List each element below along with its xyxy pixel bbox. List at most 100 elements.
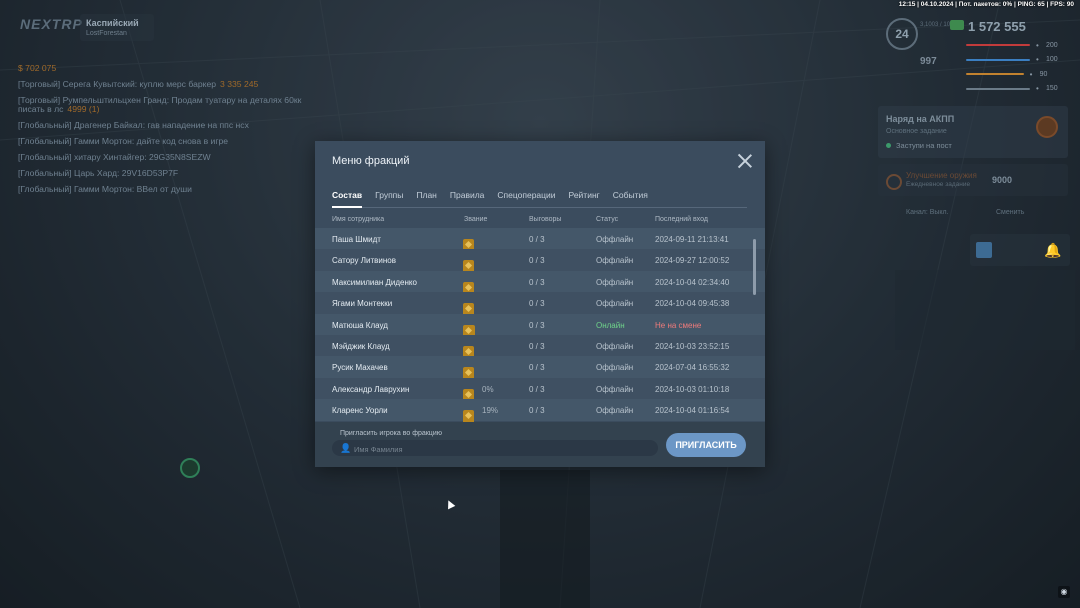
stat-bars: • 200 • 100 • 90 • 150 [966,38,1074,96]
rank-icon [463,410,474,422]
member-last-login: 2024-10-03 23:52:15 [655,341,730,351]
stat-icon: • [1036,55,1039,65]
member-reprimands: 0 / 3 [529,235,545,244]
chat-line: [Торговый] Серега Кувытский: куплю мерс … [18,80,318,89]
stat-bar [966,44,1030,47]
col-status: Статус [596,216,619,223]
table-row[interactable]: Мэйджик Клауд 0 / 3 Оффлайн 2024-10-03 23:5… [315,334,765,359]
radio-switch-button[interactable]: Сменить [996,209,1024,216]
daily-task-subtitle: Ежедневное задание [906,181,971,188]
daily-task-panel[interactable]: Улучшение оружия Ежедневное задание 9000 [878,164,1068,196]
member-last-login: 2024-10-03 01:10:18 [655,384,730,394]
col-rank: Звание [464,216,488,223]
chat-text: [Глобальный] Гамми Мортон: ВВел от души [18,184,192,195]
stat-icon: • [1036,40,1039,50]
stat-bar [966,73,1024,76]
table-row[interactable]: Кларенс Уорли 19% 0 / 3 Оффлайн 2024-10-04 0… [315,399,765,422]
tab-0[interactable]: Состав [332,190,363,208]
table-row[interactable]: Русик Махачев 0 / 3 Оффлайн 2024-07-04 16:5… [315,356,765,381]
tab-3[interactable]: Правила [450,190,485,207]
task-panel[interactable]: Наряд на АКПП Основное задание Заступи н… [878,106,1068,158]
member-last-login: 2024-10-04 02:34:40 [655,277,730,287]
chat-line: [Глобальный] Царь Хард: 29V16D53P7F [18,169,318,178]
tab-6[interactable]: События [613,190,648,207]
chat-text: [Глобальный] Драгенер Байкал: гав нападе… [18,120,249,131]
tab-2[interactable]: План [416,190,437,207]
table-row[interactable]: Паша Шмидт 0 / 3 Оффлайн 2024-09-11 21:13:4… [315,228,765,252]
stat-bar-row: • 100 [966,53,1074,68]
rank-progress: 19% [482,406,499,416]
col-last-login: Последний вход [655,216,708,223]
radio-panel: Канал: Выкл. Сменить [878,203,1068,223]
calendar-app-icon[interactable] [976,242,992,258]
member-status: Оффлайн [596,363,634,373]
stat-value: 200 [1046,41,1058,49]
task-step: Заступи на пост [896,141,952,150]
cash-icon [950,20,964,30]
member-name: Кларенс Уорли [332,406,388,416]
col-name: Имя сотрудника [332,216,385,223]
close-button[interactable] [737,153,753,169]
task-icon [1036,116,1058,138]
settings-corner-icon[interactable]: ◉ [1058,586,1070,598]
member-reprimands: 0 / 3 [529,384,545,394]
balance-secondary: 997 [920,56,937,67]
invite-input-wrap: 👤 [332,440,658,457]
member-last-login: 2024-09-11 21:13:41 [655,235,729,244]
member-name: Александр Лаврухин [332,384,410,394]
invite-label: Пригласить игрока во фракцию [340,430,442,437]
stat-bar [966,87,1030,90]
chat-text: [Торговый] Серега Кувытский: куплю мерс … [18,79,217,90]
daily-task-title: Улучшение оружия [906,171,977,180]
tab-4[interactable]: Спецоперации [497,190,555,207]
stat-bar [966,58,1030,61]
member-last-login: Не на смене [655,320,702,330]
cash-amount: 1 572 555 [968,19,1026,34]
task-status-dot [886,143,891,148]
table-row[interactable]: Александр Лаврухин 0% 0 / 3 Оффлайн 2024-10-… [315,377,765,404]
chat-line: [Торговый] Румпельштильцхен Гранд: Прода… [18,96,318,114]
rank-progress: 0% [482,384,494,394]
member-last-login: 2024-09-27 12:00:52 [655,256,730,266]
member-status: Оффлайн [596,299,634,309]
chat-line: [Глобальный] Гамми Мортон: дайте код сно… [18,137,318,146]
stat-icon: • [1029,69,1033,79]
chat-line: [Глобальный] хитару Хинтайгер: 29G35N8SE… [18,153,318,162]
chat-log: $ 702 075 [Торговый] Серега Кувытский: ку… [18,63,318,201]
stat-bar-row: • 200 [966,38,1074,53]
member-status: Онлайн [596,320,625,330]
chat-money: 3 335 245 [220,79,259,90]
table-row[interactable]: Ягами Монтекки 0 / 3 Оффлайн 2024-10-04 09:… [315,292,765,317]
member-reprimands: 0 / 3 [529,363,545,373]
member-reprimands: 0 / 3 [529,256,545,266]
table-row[interactable]: Сатору Литвинов 0 / 3 Оффлайн 2024-09-27 12… [315,249,765,274]
col-reprimands: Выговоры [529,216,562,223]
stat-bar-row: • 90 [966,67,1074,82]
chat-text: [Глобальный] Гамми Мортон: дайте код сно… [18,136,229,147]
chat-line: [Глобальный] Драгенер Байкал: гав нападе… [18,121,318,130]
member-status: Оффлайн [596,384,634,394]
member-reprimands: 0 / 3 [529,277,545,287]
chat-line: [Глобальный] Гамми Мортон: ВВел от души [18,185,318,194]
table-scrollbar[interactable] [753,239,756,295]
invite-section: Пригласить игрока во фракцию 👤 ПРИГЛАСИТ… [315,422,765,467]
table-row[interactable]: Матюша Клауд 0 / 3 Онлайн Не на смене [315,313,765,338]
invite-name-input[interactable] [352,441,656,457]
task-subtitle: Основное задание [886,128,947,135]
member-reprimands: 0 / 3 [529,320,545,330]
member-name: Паша Шмидт [332,235,381,244]
table-row[interactable]: Максимилиан Диденко 0 / 3 Оффлайн 2024-10-0… [315,270,765,295]
invite-button[interactable]: ПРИГЛАСИТЬ [666,433,746,457]
tab-5[interactable]: Рейтинг [569,190,600,207]
member-reprimands: 0 / 3 [529,406,545,416]
tab-1[interactable]: Группы [375,190,403,207]
member-status: Оффлайн [596,341,634,351]
member-status: Оффлайн [596,406,634,416]
chat-line: $ 702 075 [18,63,318,73]
stat-value: 90 [1039,70,1048,78]
bell-icon[interactable]: 🔔 [1044,242,1061,258]
task-title: Наряд на АКПП [886,114,955,124]
stat-value: 150 [1046,85,1058,93]
chat-money: 4999 (1) [67,104,100,115]
status-bar: 12:15 | 04.10.2024 | Пот. пакетов: 0% | … [898,1,1074,8]
